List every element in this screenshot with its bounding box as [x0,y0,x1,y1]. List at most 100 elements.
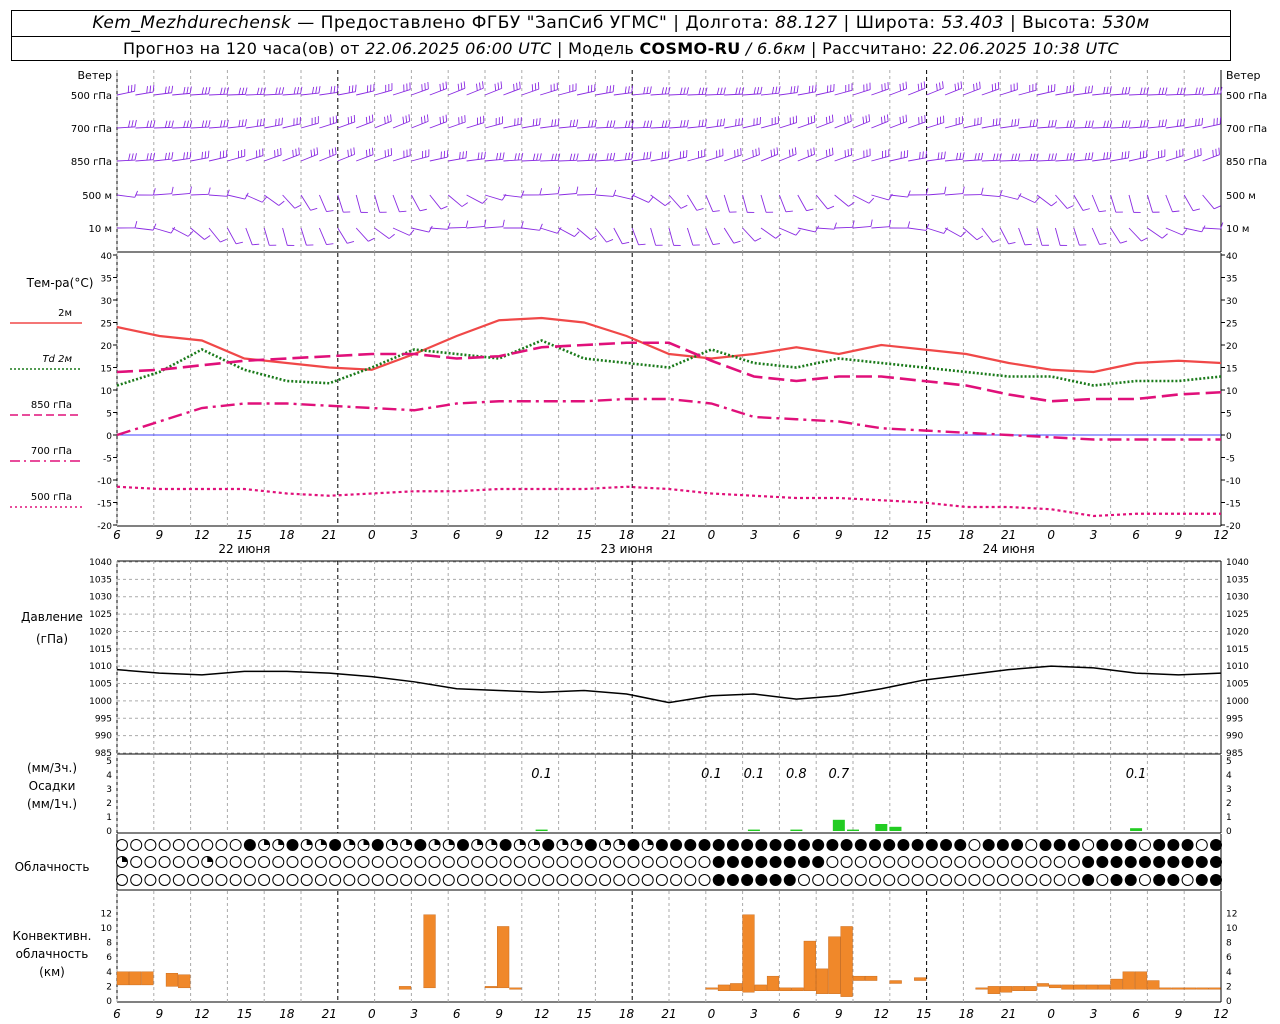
conv-bar [1061,984,1074,990]
wind-level-label-right: 850 гПа [1226,157,1267,168]
cloud-symbol [925,839,938,851]
precip-bar [535,829,548,831]
temp-hour-label: 6 [793,528,801,542]
wind-barb [650,194,671,207]
wind-barb [116,221,138,229]
cloud-symbol [613,856,626,868]
wind-barb [208,227,227,243]
cloud-symbol [1181,874,1194,886]
cloud-symbol [869,856,882,868]
conv-hour-label: 12 [534,1007,549,1021]
wind-barb [447,194,469,207]
temp-hour-label: 9 [1175,528,1183,542]
wind-level-label-right: 500 гПа [1226,91,1267,102]
wind-barb [1073,152,1094,162]
temp-hour-label: 0 [708,528,716,542]
cloud-symbol [542,874,555,886]
wind-barb [999,227,1016,245]
conv-hour-label: 15 [916,1007,931,1021]
wind-barb [1091,194,1107,213]
wind-barb [521,188,543,196]
cloud-symbol [584,874,597,886]
cloud-symbol [755,839,768,851]
cloud-symbol [712,839,725,851]
wind-barb [282,227,295,246]
cloud-symbol [812,856,825,868]
wind-barb [1147,227,1168,239]
wind-barb [171,227,194,237]
wind-level-label: 500 гПа [71,91,112,102]
wind-barb [1184,225,1206,233]
wind-barb [1110,150,1130,162]
wind-barb [1202,117,1222,129]
wind-barb [1128,87,1149,96]
conv-hour-label: 15 [237,1007,252,1021]
temp-ytick-label-right: 20 [1226,342,1238,352]
cloud-symbol [272,856,285,868]
cloud-symbol [712,874,725,886]
wind-barb [1165,118,1186,129]
cloud-symbol [1124,856,1137,868]
cloud-symbol [599,839,612,851]
wind-barb [1000,82,1018,96]
conv-title-1: Конвективн. [13,929,92,943]
wind-barb [429,222,451,230]
wind-barb [852,82,871,96]
wind-barb [264,87,285,96]
precip-3h-label: 0.1 [701,767,722,782]
wind-barb [595,84,615,96]
wind-barb [245,194,268,203]
wind-barb [466,151,486,162]
wind-barb [834,220,855,229]
temp-ytick-label: -15 [97,500,112,510]
temp-hour-label: 3 [1090,528,1098,542]
conv-bar [398,986,412,990]
cloud-symbol [641,839,654,851]
cloud-symbol [1053,874,1066,886]
temp-legend-label: 700 гПа [31,446,72,457]
temp-legend-label: 500 гПа [31,492,72,503]
wind-barb [263,194,285,206]
wind-barb [300,147,319,162]
wind-barb [908,150,928,162]
temp-hour-label: 15 [237,528,252,542]
wind-barb [1165,194,1180,213]
cloud-symbol [357,856,370,868]
cloud-symbol [172,856,185,868]
temp-hour-label: 12 [1213,528,1228,542]
conv-bar [705,987,718,990]
wind-barb [245,227,260,246]
conv-hour-label: 9 [835,1007,843,1021]
temp-hour-label: 9 [156,528,164,542]
wind-barb [778,194,793,213]
wind-barb [1110,120,1131,129]
wind-barb [540,82,558,96]
temp-hour-label: 6 [113,528,121,542]
cloud-symbol [655,874,668,886]
wind-barb [686,227,700,246]
wind-barb [576,84,596,96]
wind-barb [926,151,946,162]
pressure-ytick-label-right: 1030 [1226,593,1249,603]
cloud-symbol [400,839,413,851]
cloud-symbol [556,874,569,886]
wind-barb [595,189,617,197]
wind-barb [760,116,779,129]
wind-barb [1036,119,1057,129]
cloud-symbol [400,856,413,868]
wind-barb [190,86,211,96]
wind-barb [1165,87,1186,96]
cloud-symbol [797,839,810,851]
temp-ytick-label-right: 30 [1226,297,1238,307]
wind-barb [742,147,760,162]
conv-ytick-label-right: 2 [1226,982,1232,992]
conv-hour-label: 9 [1175,1007,1183,1021]
wind-barb [227,87,248,96]
wind-barb [356,147,374,162]
cloud-symbol [116,874,128,886]
pressure-ytick-label: 1005 [89,680,112,690]
cloud-symbol [1039,874,1052,886]
wind-barb [926,186,947,196]
cloud-symbol [158,839,171,851]
wind-barb [521,82,540,96]
